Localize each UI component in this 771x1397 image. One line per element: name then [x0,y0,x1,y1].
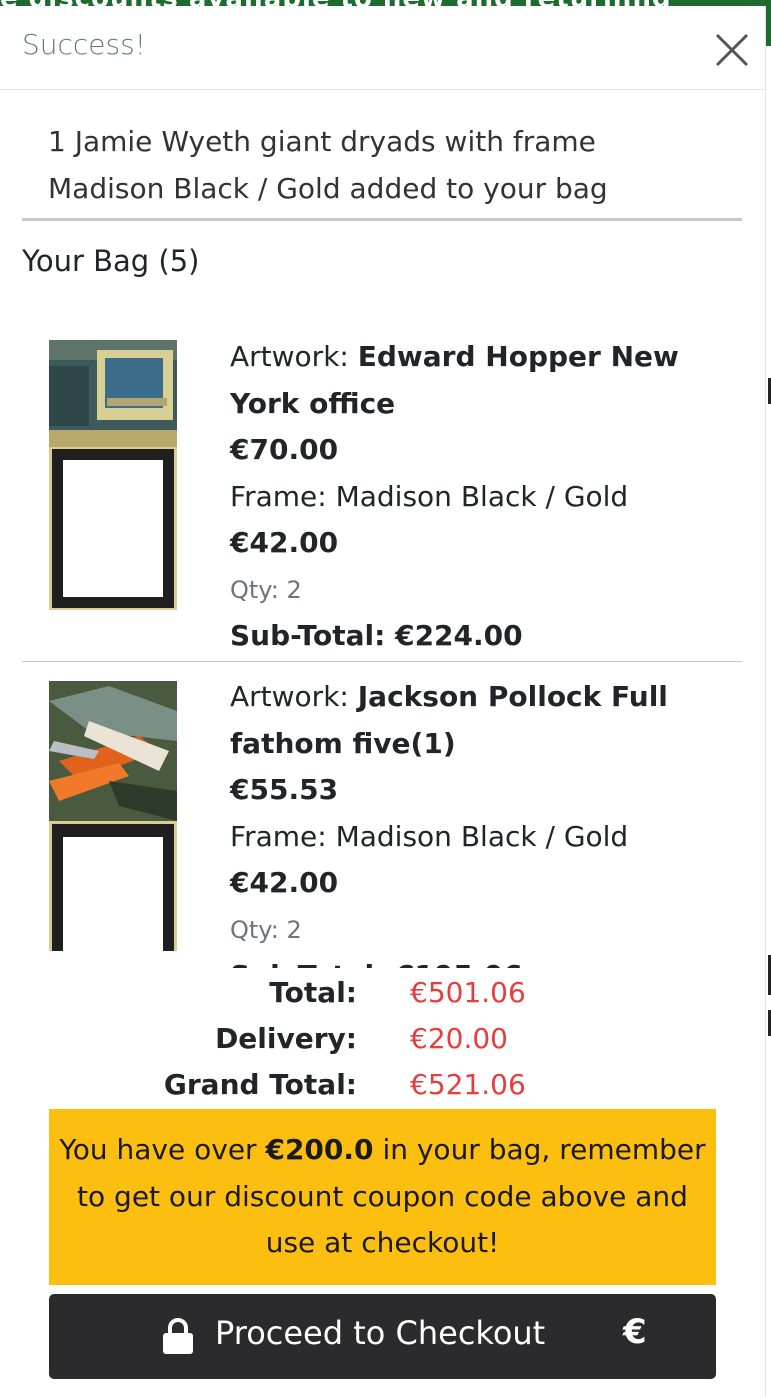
divider [22,218,742,221]
toast-header: Success! [0,6,766,90]
artwork-label: Artwork: [230,340,349,373]
frame-price: €42.00 [230,866,339,899]
item-subtotal: Sub-Total: €224.00 [230,619,523,652]
euro-icon: € [623,1312,647,1352]
bag-title: Your Bag (5) [22,244,200,278]
artwork-label: Artwork: [230,680,349,713]
toast-title: Success! [22,28,146,61]
artwork-thumbnail [49,681,177,951]
delivery-value: €20.00 [410,1022,508,1055]
bag-item: Artwork: Jackson Pollock Full fathom fiv… [22,664,742,968]
proceed-to-checkout-button[interactable]: Proceed to Checkout € [49,1294,716,1379]
frame-line: Frame: Madison Black / Gold [230,814,730,861]
bag-item: Artwork: Edward Hopper New York office €… [22,324,742,662]
frame-line: Frame: Madison Black / Gold [230,474,730,521]
lock-icon [163,1318,193,1354]
total-row: Total: €501.06 [0,976,771,1022]
item-quantity: Qty: 2 [230,575,302,604]
success-toast: Success! 1 Jamie Wyeth giant dryads with… [0,6,766,1397]
discount-notice: You have over €200.0 in your bag, rememb… [49,1109,716,1285]
bag-items-list[interactable]: Artwork: Edward Hopper New York office €… [22,324,742,968]
item-quantity: Qty: 2 [230,915,302,944]
artwork-line: Artwork: Edward Hopper New York office [230,334,730,427]
toast-message: 1 Jamie Wyeth giant dryads with frame Ma… [48,125,608,205]
grand-total-value: €521.06 [410,1068,526,1101]
frame-price: €42.00 [230,526,339,559]
item-details: Artwork: Jackson Pollock Full fathom fiv… [230,674,730,968]
frame-label: Frame: [230,819,327,853]
artwork-price: €70.00 [230,433,339,466]
grand-total-label: Grand Total: [163,1068,357,1101]
artwork-price: €55.53 [230,773,339,806]
delivery-label: Delivery: [215,1022,357,1055]
discount-amount: €200.0 [265,1133,374,1166]
grand-total-row: Grand Total: €521.06 [0,1068,771,1114]
frame-label: Frame: [230,479,327,513]
frame-name: Madison Black / Gold [335,479,629,513]
item-details: Artwork: Edward Hopper New York office €… [230,334,730,660]
frame-name: Madison Black / Gold [335,819,629,853]
item-subtotal: Sub-Total: €195.06 [230,953,730,968]
delivery-row: Delivery: €20.00 [0,1022,771,1068]
checkout-label: Proceed to Checkout [215,1314,546,1352]
close-icon [715,33,749,67]
discount-prefix: You have over [59,1133,257,1166]
artwork-thumbnail [49,340,177,610]
artwork-line: Artwork: Jackson Pollock Full fathom fiv… [230,674,730,767]
total-label: Total: [269,976,357,1009]
close-button[interactable] [712,30,752,70]
total-value: €501.06 [410,976,526,1009]
